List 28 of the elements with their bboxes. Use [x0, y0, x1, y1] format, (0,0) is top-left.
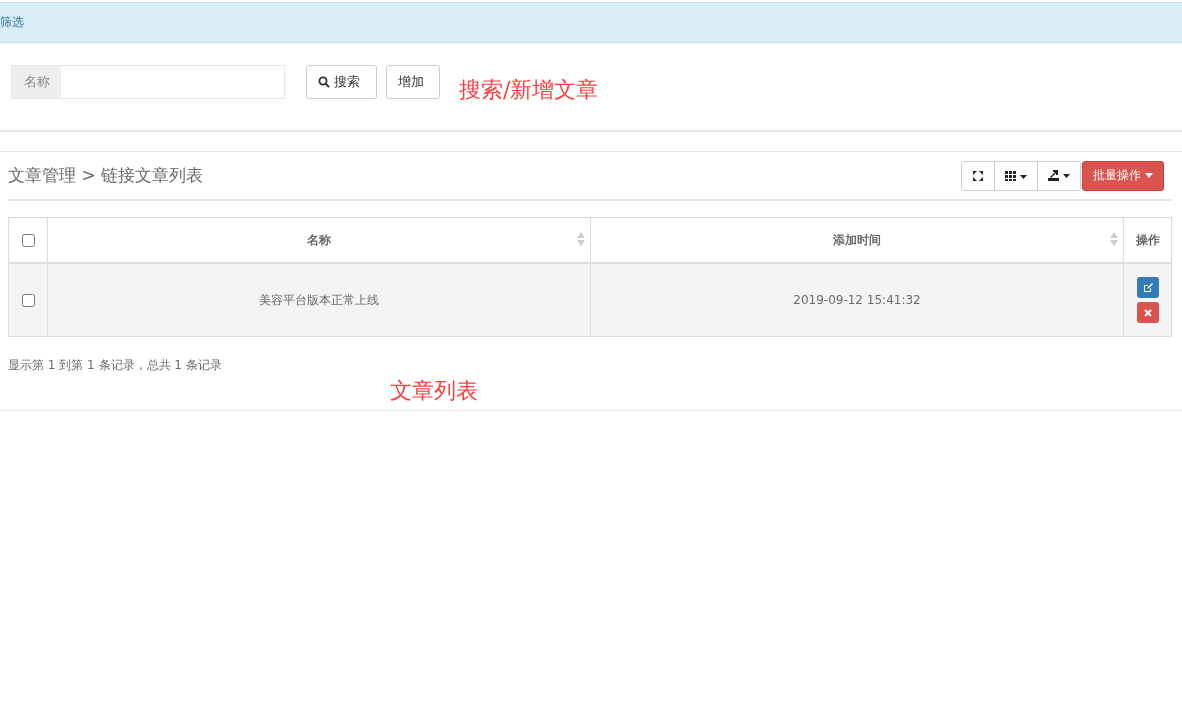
filter-title: 筛选 [0, 14, 24, 31]
add-button[interactable]: 增加 [386, 65, 440, 99]
delete-button[interactable] [1136, 302, 1159, 323]
row-checkbox[interactable] [22, 293, 35, 307]
name-input-group[interactable]: 名称 [11, 65, 285, 99]
batch-actions-button[interactable]: 批量操作 [1082, 160, 1164, 191]
table-cell: 美容平台版本正常上线 [47, 263, 591, 337]
export-button[interactable] [1037, 160, 1081, 191]
search-icon [318, 76, 330, 88]
fullscreen-button[interactable] [961, 160, 995, 191]
table-cell: 2019-09-12 15:41:32 [590, 263, 1124, 337]
annotation-text: 搜索/新增文章 [459, 76, 599, 104]
close-icon [1143, 308, 1152, 317]
expand-arrows-icon [972, 169, 984, 182]
name-label: 名称 [12, 66, 61, 98]
select-all-checkbox[interactable] [22, 233, 35, 247]
search-button[interactable]: 搜索 [306, 65, 377, 99]
annotation-text: 文章列表 [390, 377, 479, 405]
export-caret-icon [1048, 170, 1070, 181]
grid-caret-icon [1005, 170, 1027, 181]
breadcrumb: 文章管理 > 链接文章列表 [8, 164, 204, 187]
edit-icon [1142, 282, 1153, 293]
columns-button[interactable] [994, 160, 1038, 191]
sort-icon [1110, 232, 1118, 246]
caret-icon [1145, 173, 1153, 178]
edit-button[interactable] [1136, 277, 1159, 298]
sort-icon [577, 232, 585, 246]
pagination-info: 显示第 1 到第 1 条记录，总共 1 条记录 [8, 357, 223, 374]
